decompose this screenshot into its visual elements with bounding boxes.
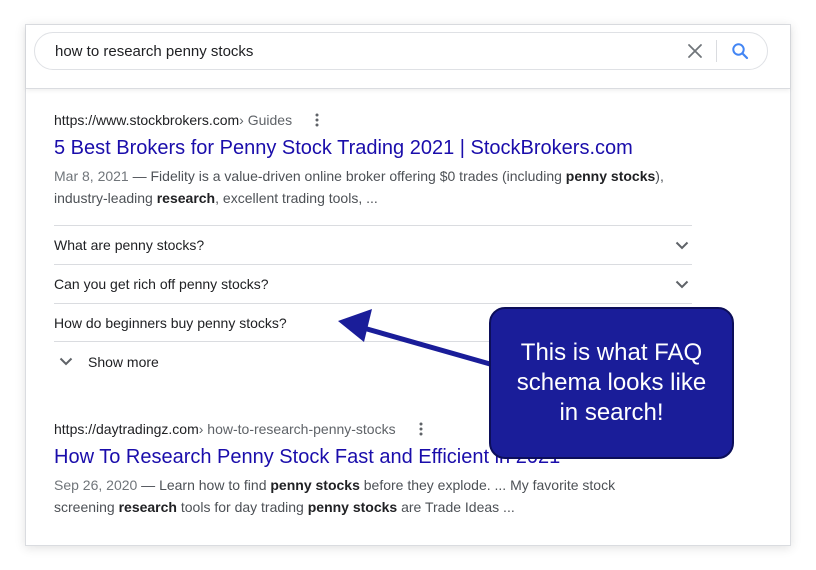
snippet-text: tools for day trading <box>176 499 308 515</box>
result-date: Sep 26, 2020 <box>54 477 138 493</box>
chevron-down-icon <box>672 274 692 294</box>
result-snippet: Mar 8, 2021 — Fidelity is a value-driven… <box>54 165 674 209</box>
result-breadcrumb: › how-to-research-penny-stocks <box>198 421 396 437</box>
snippet-bold: research <box>118 499 177 515</box>
result-domain[interactable]: https://daytradingz.com <box>54 421 199 437</box>
more-vert-icon <box>419 422 423 436</box>
faq-question: What are penny stocks? <box>54 237 205 253</box>
search-input[interactable]: how to research penny stocks <box>55 43 680 60</box>
snippet-bold: penny stocks <box>565 168 656 184</box>
result-snippet: Sep 26, 2020 — Learn how to find penny s… <box>54 474 674 518</box>
snippet-bold: penny stocks <box>307 499 398 515</box>
search-icon <box>732 43 749 60</box>
faq-item[interactable]: What are penny stocks? <box>54 225 692 264</box>
close-icon <box>688 44 702 58</box>
snippet-bold: research <box>156 190 216 206</box>
search-result-1: https://www.stockbrokers.com › Guides 5 … <box>54 111 674 209</box>
annotation-callout: This is what FAQ schema looks like in se… <box>489 307 734 459</box>
faq-item[interactable]: Can you get rich off penny stocks? <box>54 264 692 303</box>
search-button[interactable] <box>725 36 755 66</box>
snippet-text: are Trade Ideas ... <box>397 499 515 515</box>
search-header: how to research penny stocks <box>26 25 790 89</box>
faq-question: Can you get rich off penny stocks? <box>54 276 269 292</box>
more-options-button[interactable] <box>414 420 428 438</box>
faq-question: How do beginners buy penny stocks? <box>54 314 287 331</box>
snippet-text: — Fidelity is a value-driven online brok… <box>128 168 566 184</box>
snippet-text: , excellent trading tools, ... <box>215 190 378 206</box>
callout-text: This is what FAQ schema looks like in se… <box>516 339 707 426</box>
snippet-bold: penny stocks <box>270 477 360 493</box>
show-more-label: Show more <box>88 353 159 370</box>
result-domain[interactable]: https://www.stockbrokers.com <box>54 112 239 128</box>
search-divider <box>716 40 717 62</box>
chevron-down-icon <box>672 235 692 255</box>
search-results-card: how to research penny stocks https://www… <box>25 24 791 546</box>
more-vert-icon <box>315 113 319 127</box>
search-box[interactable]: how to research penny stocks <box>34 32 768 70</box>
chevron-down-icon <box>56 352 76 372</box>
snippet-text: — Learn how to find <box>137 477 271 493</box>
result-date: Mar 8, 2021 <box>54 168 129 184</box>
result-url: https://www.stockbrokers.com › Guides <box>54 111 674 129</box>
clear-search-button[interactable] <box>680 36 710 66</box>
result-title-link[interactable]: 5 Best Brokers for Penny Stock Trading 2… <box>54 135 674 161</box>
more-options-button[interactable] <box>310 111 324 129</box>
result-breadcrumb: › Guides <box>239 112 293 128</box>
